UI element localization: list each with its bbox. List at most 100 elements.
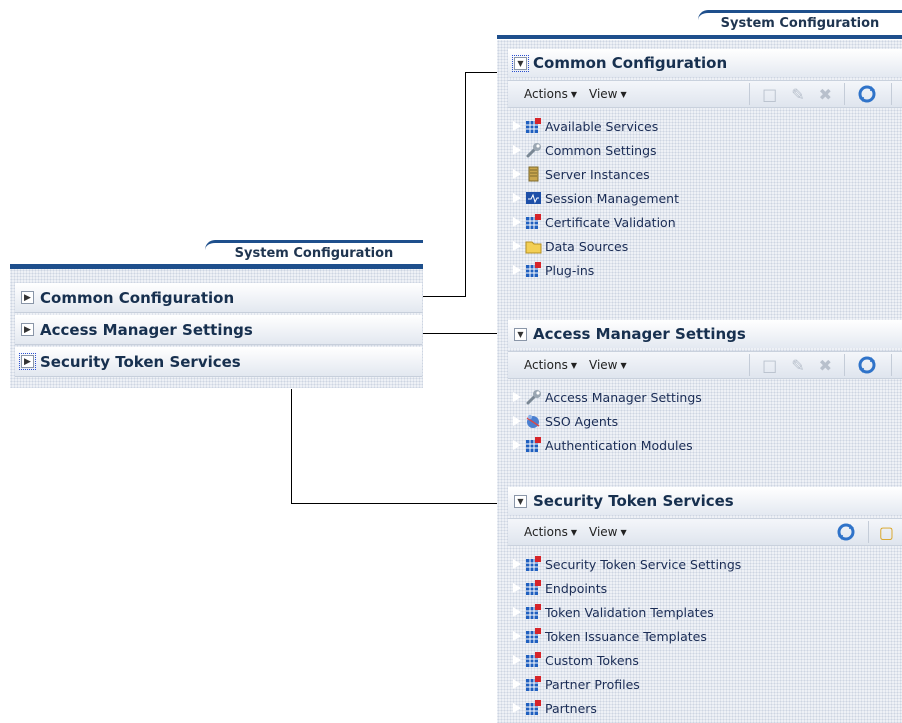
tree-node-label: Custom Tokens	[545, 652, 639, 668]
expand-icon[interactable]: ▶	[19, 353, 36, 370]
expand-triangle-icon[interactable]	[512, 415, 522, 427]
expand-triangle-icon[interactable]	[512, 168, 522, 180]
actions-menu[interactable]: Actions ▼	[524, 87, 577, 101]
grid-icon	[525, 676, 542, 692]
tree-node-label: Token Issuance Templates	[545, 628, 707, 644]
expand-triangle-icon[interactable]	[512, 192, 522, 204]
tree-node[interactable]: Token Validation Templates	[508, 600, 902, 624]
collapse-icon[interactable]: ▼	[514, 327, 527, 341]
tree-node[interactable]: Plug-ins	[508, 258, 902, 282]
tree-node-label: Endpoints	[545, 580, 608, 596]
tree-node-label: Authentication Modules	[545, 437, 693, 453]
expand-triangle-icon[interactable]	[512, 582, 522, 594]
tree-node-label: Security Token Service Settings	[545, 556, 742, 572]
tree-security-token-services: Security Token Service Settings Endpoints…	[508, 552, 902, 720]
delete-icon[interactable]: ✖	[819, 85, 832, 104]
connector-line	[291, 389, 292, 504]
section-header-access-manager-settings[interactable]: ▼ Access Manager Settings	[508, 320, 902, 348]
caret-icon: ▼	[620, 527, 627, 537]
tree-node[interactable]: Endpoints	[508, 576, 902, 600]
server-icon	[525, 166, 542, 182]
tree-node-label: Access Manager Settings	[545, 389, 702, 405]
actions-menu[interactable]: Actions ▼	[524, 358, 577, 372]
tree-node[interactable]: Session Management	[508, 186, 902, 210]
refresh-icon[interactable]	[857, 355, 877, 375]
caret-icon: ▼	[570, 89, 577, 99]
toolbar: Actions ▼ View ▼ □ ✎ ✖	[508, 80, 902, 108]
separator	[867, 521, 869, 543]
view-menu[interactable]: View ▼	[589, 87, 627, 101]
view-menu[interactable]: View ▼	[589, 525, 627, 539]
delete-icon[interactable]: ✖	[819, 356, 832, 375]
caret-icon: ▼	[570, 360, 577, 370]
separator	[749, 83, 751, 105]
connector-line	[423, 296, 465, 297]
edit-icon[interactable]: ✎	[791, 356, 804, 375]
separator	[844, 354, 845, 376]
folder-icon	[525, 238, 542, 254]
grid-icon	[525, 437, 542, 453]
new-icon[interactable]: □	[762, 356, 777, 375]
expand-icon[interactable]: ▶	[21, 291, 34, 304]
refresh-icon[interactable]	[836, 522, 856, 542]
expand-triangle-icon[interactable]	[512, 654, 522, 666]
grid-icon	[525, 214, 542, 230]
expand-triangle-icon[interactable]	[512, 558, 522, 570]
expand-triangle-icon[interactable]	[512, 439, 522, 451]
expand-triangle-icon[interactable]	[512, 240, 522, 252]
actions-menu[interactable]: Actions ▼	[524, 525, 577, 539]
separator	[891, 83, 892, 105]
collapse-icon[interactable]: ▼	[512, 54, 529, 72]
toolbar: Actions ▼ View ▼ ▢	[508, 518, 902, 546]
expand-triangle-icon[interactable]	[512, 702, 522, 714]
expand-triangle-icon[interactable]	[512, 678, 522, 690]
new-icon[interactable]: □	[762, 85, 777, 104]
tree-node[interactable]: Certificate Validation	[508, 210, 902, 234]
accordion-common-configuration[interactable]: ▶ Common Configuration	[15, 283, 422, 313]
section-title: Access Manager Settings	[533, 325, 746, 343]
tree-node[interactable]: Custom Tokens	[508, 648, 902, 672]
refresh-icon[interactable]	[857, 84, 877, 104]
expand-triangle-icon[interactable]	[512, 216, 522, 228]
grid-icon	[525, 580, 542, 596]
accordion-label: Access Manager Settings	[40, 320, 253, 339]
tree-node[interactable]: Common Settings	[508, 138, 902, 162]
expand-triangle-icon[interactable]	[512, 391, 522, 403]
collapse-icon[interactable]: ▼	[514, 494, 527, 508]
tree-node[interactable]: Token Issuance Templates	[508, 624, 902, 648]
tree-node[interactable]: Server Instances	[508, 162, 902, 186]
separator	[844, 83, 845, 105]
tree-node[interactable]: Authentication Modules	[508, 433, 902, 457]
caret-icon: ▼	[620, 360, 627, 370]
tree-node[interactable]: Partners	[508, 696, 902, 720]
tree-node-label: Session Management	[545, 190, 680, 206]
tree-node-label: Partner Profiles	[545, 676, 640, 692]
tree-node[interactable]: Security Token Service Settings	[508, 552, 902, 576]
section-header-security-token-services[interactable]: ▼ Security Token Services	[508, 487, 902, 515]
section-header-common-configuration[interactable]: ▼ Common Configuration	[508, 49, 902, 77]
new-icon[interactable]: ▢	[879, 523, 894, 542]
expand-icon[interactable]: ▶	[21, 323, 34, 336]
tree-node-label: Server Instances	[545, 166, 650, 182]
tree-node[interactable]: Available Services	[508, 114, 902, 138]
tree-node[interactable]: Partner Profiles	[508, 672, 902, 696]
grid-icon	[525, 652, 542, 668]
separator	[749, 354, 751, 376]
accordion-security-token-services[interactable]: ▶ Security Token Services	[15, 347, 422, 377]
grid-icon	[525, 556, 542, 572]
expand-triangle-icon[interactable]	[512, 630, 522, 642]
wrench-icon	[525, 389, 542, 405]
large-panel-tab[interactable]: System Configuration	[698, 10, 902, 34]
expand-triangle-icon[interactable]	[512, 144, 522, 156]
expand-triangle-icon[interactable]	[512, 264, 522, 276]
tree-node[interactable]: SSO Agents	[508, 409, 902, 433]
small-panel-tab[interactable]: System Configuration	[205, 240, 423, 264]
expand-triangle-icon[interactable]	[512, 606, 522, 618]
tree-node[interactable]: Access Manager Settings	[508, 385, 902, 409]
expand-triangle-icon[interactable]	[512, 120, 522, 132]
session-icon	[525, 190, 542, 206]
tree-node[interactable]: Data Sources	[508, 234, 902, 258]
view-menu[interactable]: View ▼	[589, 358, 627, 372]
edit-icon[interactable]: ✎	[791, 85, 804, 104]
accordion-access-manager-settings[interactable]: ▶ Access Manager Settings	[15, 315, 422, 345]
